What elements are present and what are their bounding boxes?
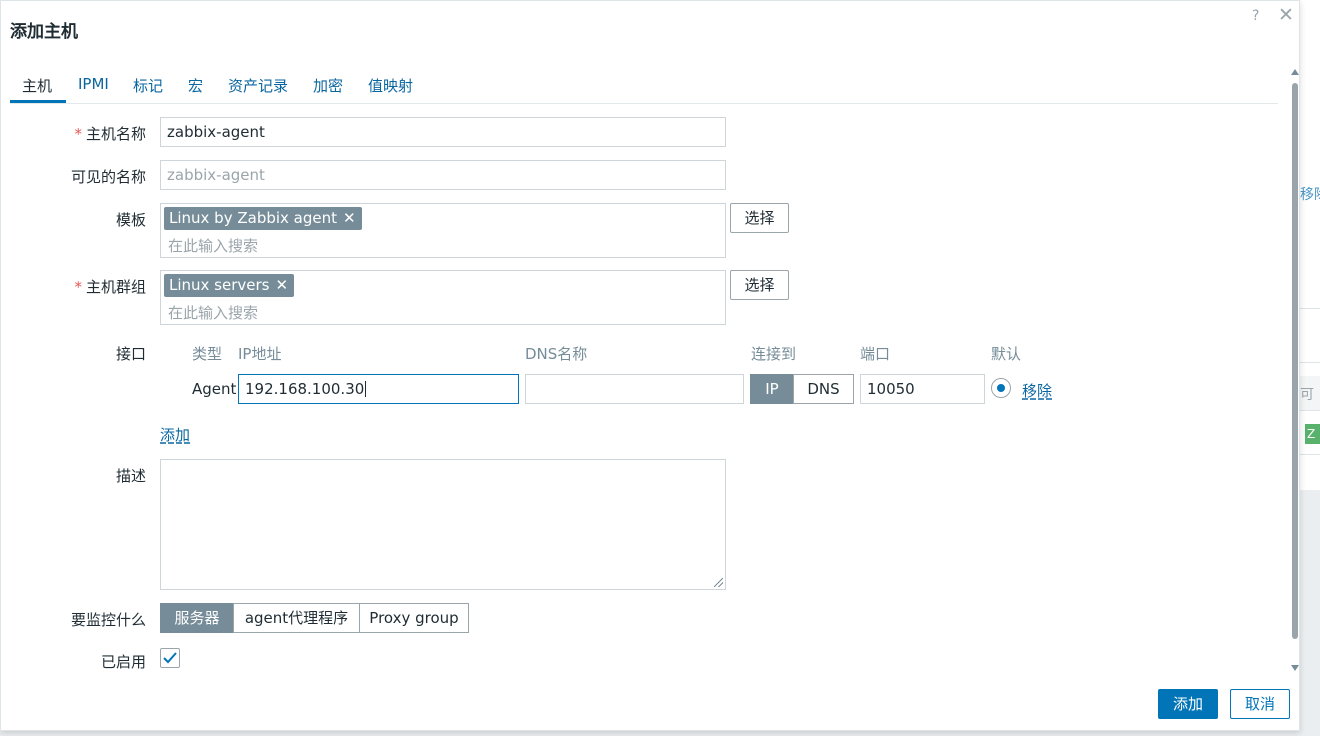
tab-inventory[interactable]: 资产记录 — [228, 75, 288, 96]
template-chip: Linux by Zabbix agent ✕ — [164, 207, 362, 230]
host-groups-search-input[interactable]: 在此输入搜索 — [168, 302, 258, 323]
connect-dns-toggle[interactable]: DNS — [793, 374, 854, 404]
dns-name-input[interactable] — [525, 374, 744, 404]
tab-ipmi[interactable]: IPMI — [78, 75, 109, 93]
cancel-button[interactable]: 取消 — [1230, 689, 1290, 719]
interface-ip-header: IP地址 — [238, 345, 282, 363]
interface-connect-header: 连接到 — [751, 345, 797, 363]
dialog-title: 添加主机 — [10, 22, 78, 42]
interface-port-header: 端口 — [860, 345, 891, 363]
description-textarea[interactable] — [160, 459, 726, 590]
templates-label: 模板 — [115, 211, 146, 229]
tab-value-mapping[interactable]: 值映射 — [368, 75, 413, 96]
background-status-badge: Z — [1305, 424, 1320, 444]
scroll-up-arrow-icon[interactable] — [1291, 69, 1299, 75]
host-groups-multiselect[interactable]: Linux servers ✕ 在此输入搜索 — [160, 270, 726, 325]
host-groups-select-button[interactable]: 选择 — [730, 270, 789, 300]
scrollbar-thumb[interactable] — [1292, 83, 1298, 639]
remove-interface-link[interactable]: 移除 — [1022, 380, 1052, 401]
tab-tags[interactable]: 标记 — [133, 75, 163, 96]
background-divider — [1300, 410, 1320, 411]
ip-address-input[interactable]: 192.168.100.30 — [238, 374, 519, 404]
checkmark-icon — [163, 652, 177, 664]
resize-grip-icon[interactable] — [714, 578, 723, 587]
tabs-divider — [10, 103, 1278, 104]
chip-remove-icon[interactable]: ✕ — [343, 209, 356, 227]
host-group-chip: Linux servers ✕ — [164, 274, 295, 297]
connect-ip-toggle[interactable]: IP — [750, 374, 794, 404]
host-name-label: * 主机名称 — [74, 125, 146, 143]
port-input[interactable]: 10050 — [860, 374, 985, 404]
background-page-bottom — [1300, 490, 1320, 736]
add-interface-link[interactable]: 添加 — [160, 424, 190, 445]
tab-encryption[interactable]: 加密 — [313, 75, 343, 96]
tab-host[interactable]: 主机 — [22, 75, 52, 96]
background-divider — [1300, 454, 1320, 455]
add-button[interactable]: 添加 — [1158, 689, 1218, 719]
tab-macros[interactable]: 宏 — [188, 75, 203, 96]
background-remove-link: 移除 — [1300, 187, 1320, 203]
monitored-by-server-option[interactable]: 服务器 — [160, 603, 234, 633]
default-interface-radio[interactable] — [991, 378, 1011, 398]
interfaces-label: 接口 — [115, 345, 146, 363]
visible-name-label: 可见的名称 — [70, 168, 146, 186]
enabled-checkbox[interactable] — [160, 648, 180, 668]
visible-name-input[interactable]: zabbix-agent — [160, 160, 726, 190]
add-host-dialog: 添加主机 ? ✕ 主机 IPMI 标记 宏 资产记录 加密 值映射 * 主机名称 … — [0, 0, 1300, 731]
templates-select-button[interactable]: 选择 — [730, 203, 789, 233]
chip-remove-icon[interactable]: ✕ — [275, 276, 288, 294]
text-cursor — [365, 381, 367, 397]
interface-type-value: Agent — [192, 380, 237, 398]
interface-dns-header: DNS名称 — [525, 345, 588, 363]
interface-default-header: 默认 — [991, 345, 1022, 363]
enabled-label: 已启用 — [100, 653, 146, 671]
templates-multiselect[interactable]: Linux by Zabbix agent ✕ 在此输入搜索 — [160, 203, 726, 258]
monitored-by-label: 要监控什么 — [70, 611, 146, 629]
templates-search-input[interactable]: 在此输入搜索 — [168, 235, 258, 256]
monitored-by-proxy-option[interactable]: agent代理程序 — [233, 603, 360, 633]
close-icon[interactable]: ✕ — [1278, 4, 1294, 26]
help-icon[interactable]: ? — [1252, 8, 1259, 24]
background-column-text: 可 — [1300, 387, 1314, 403]
monitored-by-proxy-group-option[interactable]: Proxy group — [359, 603, 469, 633]
description-label: 描述 — [115, 467, 146, 485]
background-divider — [1300, 308, 1320, 309]
host-groups-label: * 主机群组 — [74, 278, 146, 296]
scroll-down-arrow-icon[interactable] — [1291, 665, 1299, 671]
background-divider — [1300, 362, 1320, 363]
host-name-input[interactable]: zabbix-agent — [160, 117, 726, 147]
interface-type-header: 类型 — [192, 345, 223, 363]
